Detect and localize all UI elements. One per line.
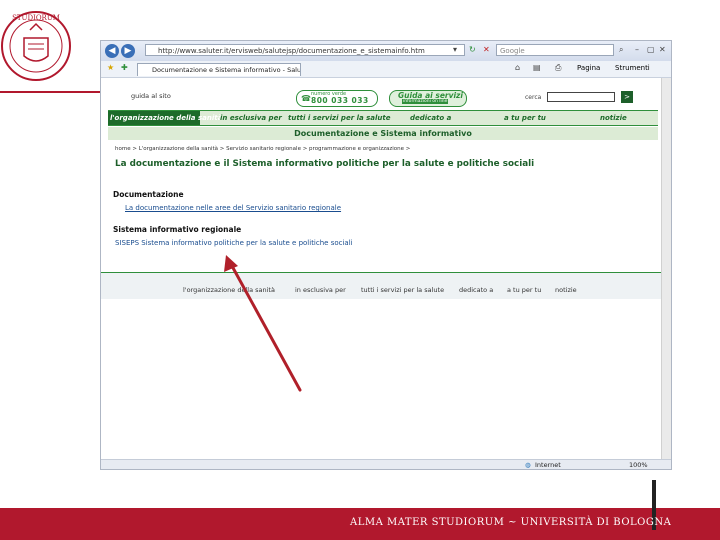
menu-item-dedicato[interactable]: dedicato a bbox=[410, 111, 451, 125]
tab-bar: ★ ✚ Documentazione e Sistema informativo… bbox=[101, 61, 671, 78]
zoom-label[interactable]: 100% bbox=[629, 460, 648, 469]
sistema-informativo-heading: Sistema informativo regionale bbox=[113, 225, 242, 234]
footer-link-servizi[interactable]: tutti i servizi per la salute bbox=[361, 286, 444, 294]
tab-active[interactable]: Documentazione e Sistema informativo - S… bbox=[137, 63, 301, 76]
breadcrumb[interactable]: home > L'organizzazione della sanità > S… bbox=[115, 146, 410, 152]
print-icon[interactable]: ⎙ bbox=[555, 62, 561, 74]
stop-icon[interactable]: ✕ bbox=[483, 44, 490, 56]
refresh-icon[interactable]: ↻ bbox=[469, 44, 476, 56]
documentazione-link[interactable]: La documentazione nelle aree del Servizi… bbox=[125, 204, 341, 212]
address-dropdown-icon[interactable]: ▾ bbox=[453, 44, 457, 56]
footer-link-notizie[interactable]: notizie bbox=[555, 286, 577, 294]
footer-link-dedicato[interactable]: dedicato a bbox=[459, 286, 493, 294]
globe-icon: ◍ bbox=[525, 461, 531, 469]
site-search-button[interactable]: > bbox=[621, 91, 633, 103]
zone-label: Internet bbox=[535, 461, 561, 469]
back-button[interactable]: ◀ bbox=[105, 44, 119, 58]
vertical-scrollbar[interactable] bbox=[661, 78, 671, 459]
browser-toolbar: ◀ ▶ http://www.saluter.it/ervisweb/salut… bbox=[101, 41, 671, 61]
menu-item-tu-per-tu[interactable]: a tu per tu bbox=[504, 111, 546, 125]
page-title: La documentazione e il Sistema informati… bbox=[115, 159, 535, 169]
favorites-star-icon[interactable]: ★ bbox=[107, 62, 114, 74]
siseps-link[interactable]: SISEPS Sistema informativo politiche per… bbox=[115, 239, 353, 247]
address-bar[interactable]: http://www.saluter.it/ervisweb/salutejsp… bbox=[145, 44, 465, 56]
close-icon[interactable]: ✕ bbox=[659, 44, 666, 56]
maximize-icon[interactable]: ▢ bbox=[647, 44, 655, 56]
guida-servizi-banner[interactable]: Guida ai servizi informazioni on line bbox=[389, 90, 467, 107]
site-search-input[interactable] bbox=[547, 92, 615, 102]
forward-button[interactable]: ▶ bbox=[121, 44, 135, 58]
phone-icon: ☎ bbox=[301, 94, 311, 103]
footer-link-organizzazione[interactable]: l'organizzazione della sanità bbox=[183, 286, 275, 294]
feeds-icon[interactable]: ▤ bbox=[533, 62, 541, 74]
university-wordmark: ALMA MATER STUDIORUM ~ UNIVERSITÀ DI BOL… bbox=[350, 517, 672, 528]
site-guide-link[interactable]: guida al sito bbox=[131, 92, 171, 100]
menu-item-esclusiva[interactable]: in esclusiva per bbox=[220, 111, 282, 125]
numero-verde-banner[interactable]: ☎ numero verde 800 033 033 bbox=[296, 90, 378, 107]
home-icon[interactable]: ⌂ bbox=[515, 62, 520, 74]
documentazione-heading: Documentazione bbox=[113, 190, 184, 199]
web-page: guida al sito ☎ numero verde 800 033 033… bbox=[101, 78, 661, 459]
header-rule bbox=[0, 91, 103, 93]
guida-servizi-subtitle: informazioni on line bbox=[402, 99, 449, 104]
page-menu[interactable]: Pagina bbox=[577, 64, 600, 72]
section-title: Documentazione e Sistema informativo bbox=[108, 127, 658, 140]
numero-verde-number: 800 033 033 bbox=[311, 96, 369, 105]
status-bar: ◍ Internet 100% bbox=[101, 459, 671, 469]
tools-menu[interactable]: Strumenti bbox=[615, 64, 650, 72]
search-icon[interactable]: ⌕ bbox=[619, 44, 623, 56]
footer-link-esclusiva[interactable]: in esclusiva per bbox=[295, 286, 346, 294]
menu-item-notizie[interactable]: notizie bbox=[600, 111, 627, 125]
footer-link-tu-per-tu[interactable]: a tu per tu bbox=[507, 286, 541, 294]
site-search-label: cerca bbox=[525, 94, 542, 101]
menu-item-organizzazione[interactable]: l'organizzazione della sanità bbox=[108, 111, 222, 125]
browser-window: ◀ ▶ http://www.saluter.it/ervisweb/salut… bbox=[100, 40, 672, 470]
minimize-icon[interactable]: – bbox=[635, 44, 639, 56]
menu-item-servizi[interactable]: tutti i servizi per la salute bbox=[288, 111, 391, 125]
browser-search-input[interactable]: Google bbox=[496, 44, 614, 56]
add-favorite-icon[interactable]: ✚ bbox=[121, 62, 128, 74]
svg-text:STUDIORUM: STUDIORUM bbox=[12, 14, 60, 22]
university-seal-logo: STUDIORUM bbox=[1, 11, 71, 81]
site-menu: l'organizzazione della sanità in esclusi… bbox=[108, 110, 658, 126]
